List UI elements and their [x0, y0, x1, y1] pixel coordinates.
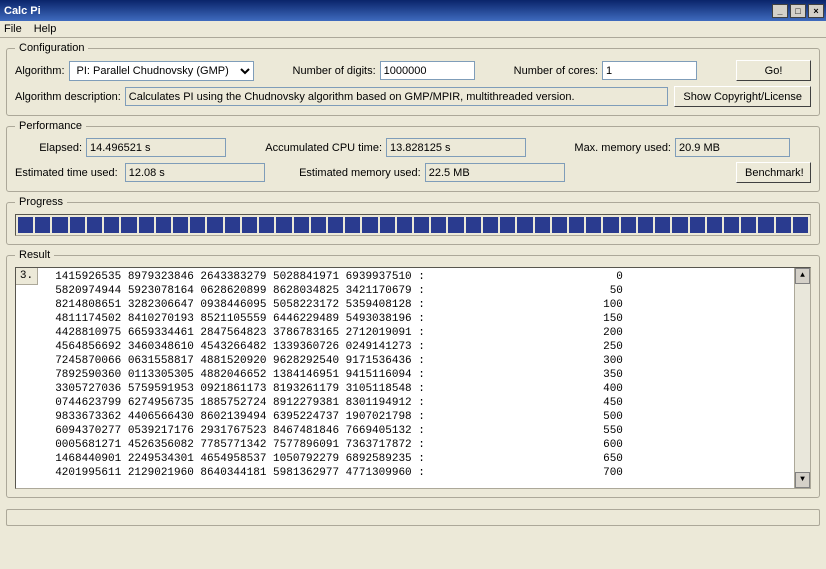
- esttime-label: Estimated time used:: [15, 167, 118, 179]
- algorithm-label: Algorithm:: [15, 65, 65, 77]
- algorithm-select[interactable]: PI: Parallel Chudnovsky (GMP): [69, 61, 254, 81]
- scroll-down-icon[interactable]: ▼: [795, 472, 810, 488]
- cpu-field: [386, 138, 526, 157]
- progress-group: Progress: [6, 196, 820, 245]
- scroll-track[interactable]: [795, 284, 810, 472]
- mem-label: Max. memory used:: [574, 142, 671, 154]
- minimize-button[interactable]: _: [772, 4, 788, 18]
- perf-group: Performance Elapsed: Accumulated CPU tim…: [6, 120, 820, 192]
- cpu-label: Accumulated CPU time:: [265, 142, 382, 154]
- result-legend: Result: [15, 249, 54, 261]
- vertical-scrollbar[interactable]: ▲ ▼: [794, 268, 810, 488]
- result-box: 3. 1415926535 8979323846 2643383279 5028…: [15, 267, 811, 489]
- progress-bar: [15, 214, 811, 236]
- scroll-up-icon[interactable]: ▲: [795, 268, 810, 284]
- perf-legend: Performance: [15, 120, 86, 132]
- progress-legend: Progress: [15, 196, 67, 208]
- statusbar: [6, 509, 820, 527]
- result-text[interactable]: 1415926535 8979323846 2643383279 5028841…: [38, 268, 794, 488]
- result-group: Result 3. 1415926535 8979323846 26433832…: [6, 249, 820, 498]
- window-title: Calc Pi: [4, 5, 770, 17]
- copyright-button[interactable]: Show Copyright/License: [674, 86, 811, 107]
- menubar: File Help: [0, 21, 826, 38]
- go-button[interactable]: Go!: [736, 60, 811, 81]
- result-rowheader: 3.: [16, 268, 38, 285]
- mem-field: [675, 138, 790, 157]
- config-group: Configuration Algorithm: PI: Parallel Ch…: [6, 42, 820, 116]
- cores-input[interactable]: [602, 61, 697, 80]
- cores-label: Number of cores:: [514, 65, 598, 77]
- menu-help[interactable]: Help: [34, 23, 57, 35]
- config-legend: Configuration: [15, 42, 88, 54]
- menu-file[interactable]: File: [4, 23, 22, 35]
- estmem-field: [425, 163, 565, 182]
- benchmark-button[interactable]: Benchmark!: [736, 162, 811, 183]
- elapsed-field: [86, 138, 226, 157]
- elapsed-label: Elapsed:: [39, 142, 82, 154]
- close-button[interactable]: ×: [808, 4, 824, 18]
- digits-input[interactable]: [380, 61, 475, 80]
- esttime-field: [125, 163, 265, 182]
- digits-label: Number of digits:: [293, 65, 376, 77]
- estmem-label: Estimated memory used:: [299, 167, 421, 179]
- maximize-button[interactable]: □: [790, 4, 806, 18]
- desc-field: [125, 87, 669, 106]
- desc-label: Algorithm description:: [15, 91, 121, 103]
- titlebar: Calc Pi _ □ ×: [0, 0, 826, 21]
